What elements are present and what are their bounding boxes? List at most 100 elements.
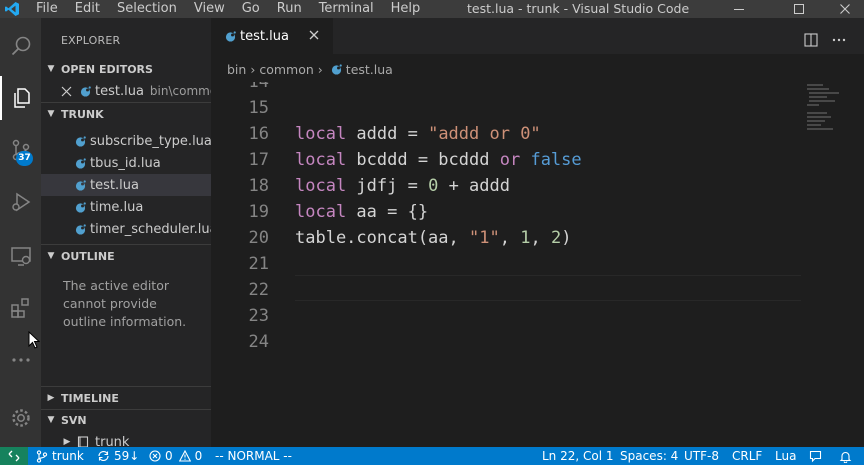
outline-header[interactable]: ▼ OUTLINE — [41, 245, 211, 267]
trunk-label: TRUNK — [61, 107, 104, 121]
breadcrumb-item[interactable]: test.lua — [346, 62, 393, 77]
number-literal: 2 — [550, 228, 562, 248]
more-icon — [11, 358, 30, 362]
keyword: local — [295, 150, 347, 170]
language-mode[interactable]: Lua — [775, 447, 796, 465]
activity-extensions[interactable] — [0, 286, 41, 330]
trunk-header[interactable]: ▼ TRUNK — [41, 103, 211, 125]
timeline-label: TIMELINE — [61, 391, 119, 405]
status-bar: trunk 59↓ 0 0 -- NORMAL -- Ln 22, Col 1 … — [0, 447, 864, 465]
close-icon[interactable] — [61, 86, 72, 97]
keyword: local — [295, 176, 347, 196]
remote-explorer-icon — [10, 247, 31, 266]
indentation[interactable]: Spaces: 4 — [620, 447, 678, 465]
svn-repo-item[interactable]: ▶ trunk — [41, 431, 211, 447]
file-item[interactable]: tbus_id.lua — [41, 152, 211, 174]
minimap-line — [807, 116, 831, 118]
code-text: + addd — [438, 176, 510, 196]
code-editor[interactable]: 14 15 16 17 18 19 20 21 22 23 24 local a… — [211, 82, 801, 447]
code-line: local jdfj = 0 + addd — [295, 173, 510, 199]
svn-header[interactable]: ▼ SVN — [41, 409, 211, 431]
error-icon — [149, 450, 161, 462]
activity-remote-explorer[interactable] — [0, 234, 41, 278]
line-number: 23 — [248, 306, 269, 326]
file-item-selected[interactable]: test.lua — [41, 174, 211, 196]
activity-manage[interactable] — [0, 396, 41, 440]
minimap-line — [807, 88, 829, 90]
encoding[interactable]: UTF-8 — [684, 447, 719, 465]
menu-selection[interactable]: Selection — [117, 0, 177, 18]
activity-run-debug[interactable] — [0, 180, 41, 224]
lua-file-icon — [225, 30, 236, 42]
close-icon[interactable] — [307, 28, 321, 42]
minimap-line — [807, 112, 827, 114]
current-line-highlight — [295, 275, 801, 301]
menu-help[interactable]: Help — [391, 0, 421, 18]
lua-file-icon — [75, 157, 86, 169]
open-editor-item[interactable]: test.lua bin\common — [41, 80, 211, 102]
menu-bar: File Edit Selection View Go Run Terminal… — [36, 0, 437, 18]
lua-file-icon — [75, 201, 86, 213]
problems-indicator[interactable]: 0 0 — [149, 447, 202, 465]
remote-indicator[interactable] — [0, 447, 28, 465]
activity-explorer[interactable] — [0, 76, 41, 120]
breadcrumb-item[interactable]: bin — [227, 62, 246, 77]
menu-file[interactable]: File — [36, 0, 58, 18]
window-title: test.lua - trunk - Visual Studio Code — [467, 1, 690, 16]
lua-file-icon — [75, 179, 86, 191]
run-debug-icon — [11, 192, 30, 212]
minimap[interactable] — [801, 82, 864, 447]
line-number: 19 — [248, 202, 269, 222]
file-item[interactable]: time.lua — [41, 196, 211, 218]
open-editors-header[interactable]: ▼ OPEN EDITORS — [41, 58, 211, 80]
close-window-button[interactable] — [830, 0, 860, 18]
svn-label: SVN — [61, 413, 87, 427]
notifications-button[interactable] — [839, 447, 856, 465]
maximize-button[interactable] — [784, 0, 814, 18]
file-item[interactable]: timer_scheduler.lua — [41, 218, 211, 240]
feedback-button[interactable] — [809, 447, 826, 465]
svn-repo-name: trunk — [95, 434, 130, 448]
close-icon — [840, 4, 850, 14]
bell-icon — [839, 451, 852, 463]
warning-icon — [178, 450, 191, 462]
end-of-line[interactable]: CRLF — [732, 447, 762, 465]
more-actions-icon[interactable] — [831, 32, 847, 48]
error-count: 0 — [165, 449, 173, 463]
line-number: 22 — [248, 280, 269, 300]
code-text: , — [499, 228, 521, 248]
tab-label: test.lua — [240, 28, 289, 44]
minimize-button[interactable] — [724, 0, 754, 18]
split-editor-icon[interactable] — [803, 32, 819, 48]
mouse-cursor-icon — [28, 331, 40, 349]
tab-test-lua[interactable]: test.lua — [211, 18, 333, 54]
minimize-icon — [734, 9, 744, 10]
chevron-down-icon: ▼ — [47, 64, 55, 74]
lua-file-icon — [75, 223, 86, 235]
menu-go[interactable]: Go — [242, 0, 260, 18]
menu-edit[interactable]: Edit — [75, 0, 100, 18]
open-editor-path: bin\common — [149, 84, 211, 98]
string-literal: "1" — [469, 228, 500, 248]
repo-icon — [77, 435, 89, 447]
menu-terminal[interactable]: Terminal — [319, 0, 374, 18]
branch-indicator[interactable]: trunk — [36, 447, 84, 465]
cursor-position[interactable]: Ln 22, Col 1 — [542, 447, 614, 465]
breadcrumb: bin › common › test.lua — [211, 56, 864, 82]
menu-run[interactable]: Run — [277, 0, 302, 18]
chevron-right-icon: ▶ — [47, 393, 55, 403]
sync-indicator[interactable]: 59↓ — [97, 447, 139, 465]
menu-view[interactable]: View — [194, 0, 225, 18]
number-literal: 1 — [520, 228, 531, 248]
activity-search[interactable] — [0, 24, 41, 68]
open-editor-name: test.lua — [95, 83, 144, 99]
chevron-right-icon: › — [317, 61, 323, 77]
code-line: local bcddd = bcddd or false — [295, 147, 582, 173]
timeline-header[interactable]: ▶ TIMELINE — [41, 387, 211, 409]
file-item[interactable]: subscribe_type.lua — [41, 130, 211, 152]
breadcrumb-item[interactable]: common — [259, 62, 313, 77]
search-icon — [11, 36, 30, 56]
chevron-down-icon: ▼ — [47, 109, 55, 119]
keyword: or — [499, 150, 521, 170]
warning-count: 0 — [194, 449, 203, 463]
